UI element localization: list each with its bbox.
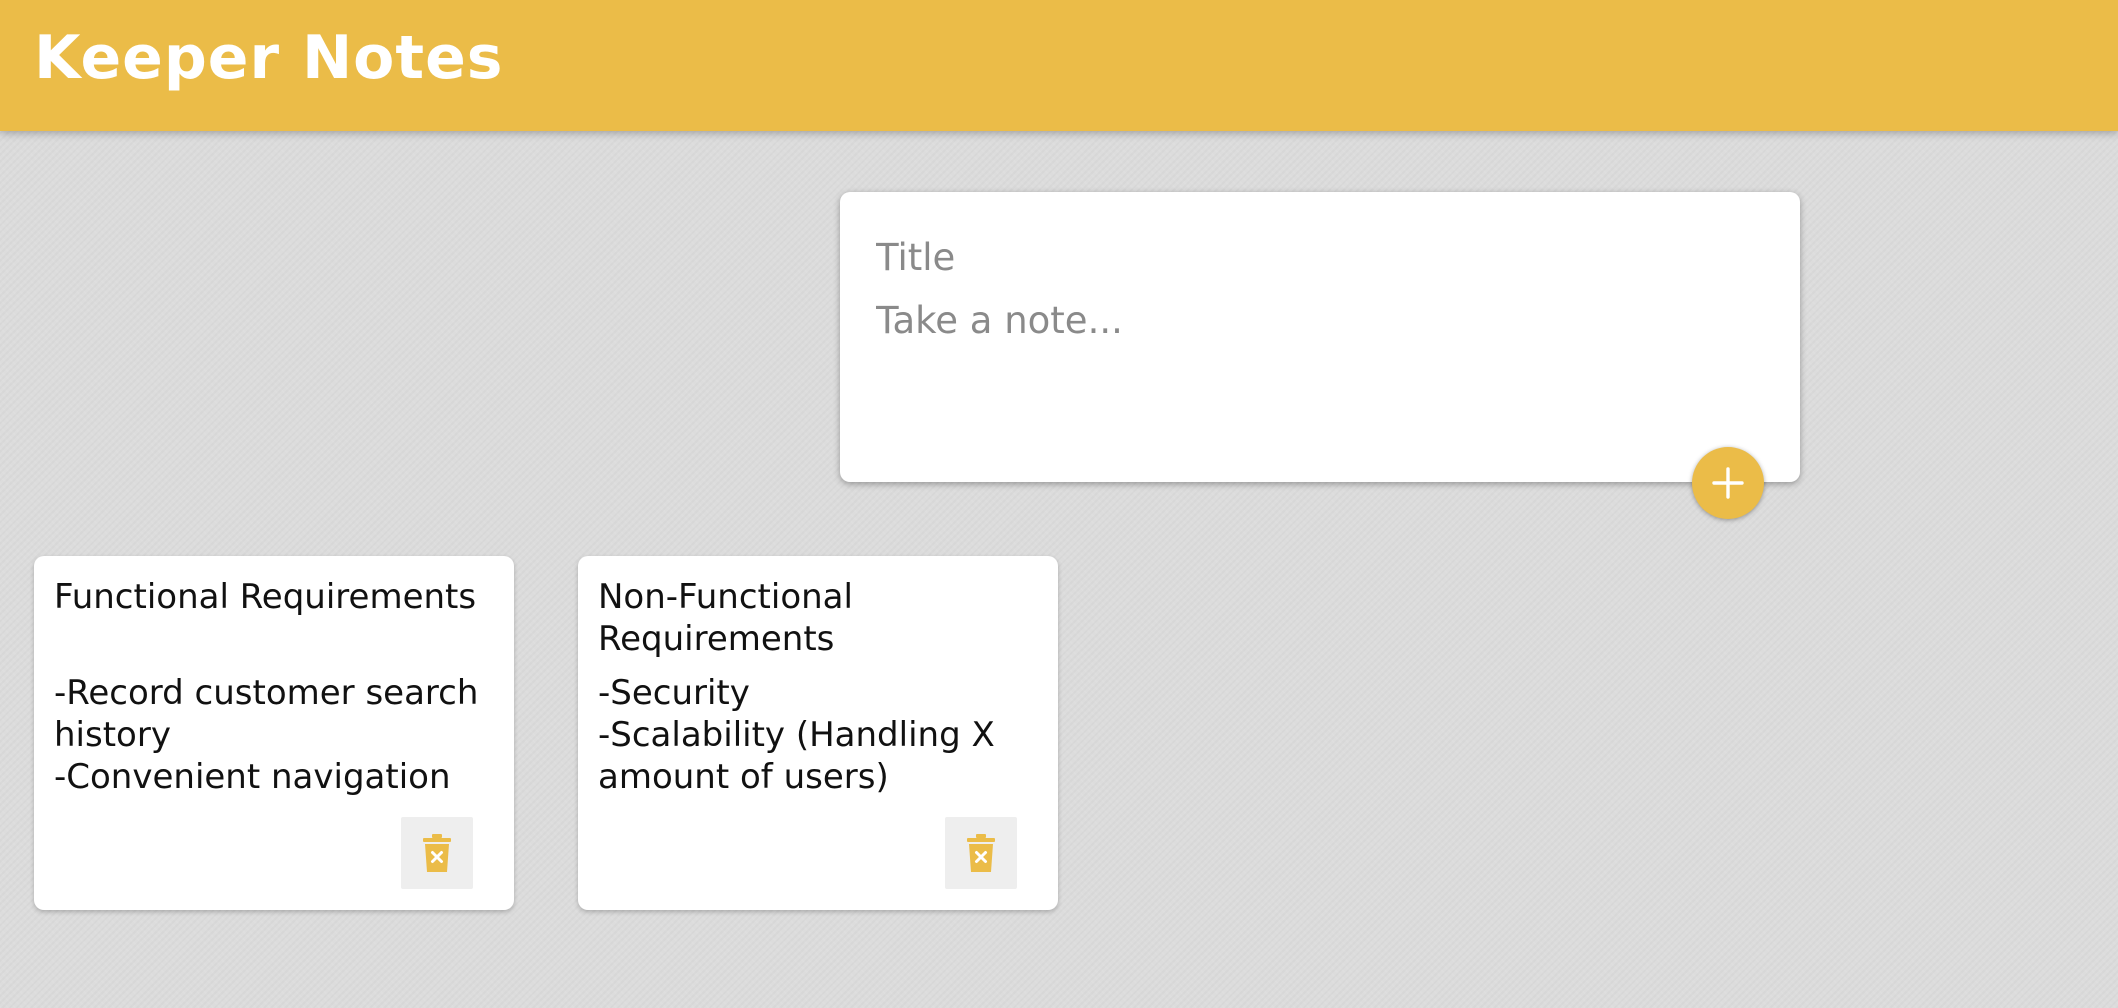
create-note-form: [840, 192, 1800, 482]
plus-icon: [1712, 467, 1744, 499]
note-content: -Record customer search history -Conveni…: [54, 673, 479, 797]
note-title-input[interactable]: [876, 230, 1756, 284]
note-card: Non-Functional Requirements -Security -S…: [578, 556, 1058, 910]
trash-icon: [967, 834, 995, 872]
note-title: Functional Requirements: [54, 577, 477, 617]
delete-note-button[interactable]: [401, 817, 473, 889]
note-card: Functional Requirements -Record customer…: [34, 556, 514, 910]
app-header: Keeper Notes: [0, 0, 2118, 131]
app-title: Keeper Notes: [34, 23, 504, 93]
add-note-button[interactable]: [1692, 447, 1764, 519]
trash-icon: [423, 834, 451, 872]
note-content-input[interactable]: [876, 294, 1756, 444]
delete-note-button[interactable]: [945, 817, 1017, 889]
note-title: Non-Functional Requirements: [598, 577, 853, 659]
note-content: -Security -Scalability (Handling X amoun…: [598, 673, 995, 797]
